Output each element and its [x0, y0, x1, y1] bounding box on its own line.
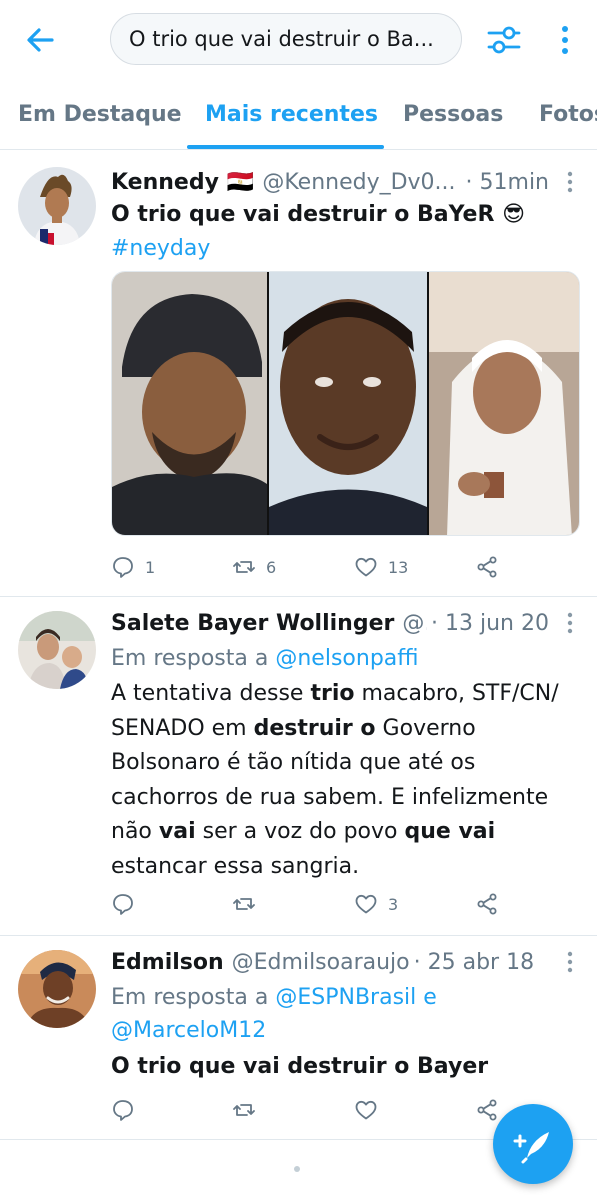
text-highlight: vai	[158, 819, 196, 844]
search-tabs: Em Destaque Mais recentes Pessoas Fotos	[0, 88, 597, 150]
share-icon	[477, 893, 497, 915]
tweet-actions: 3	[111, 889, 511, 919]
reply-to-link[interactable]: @ESPNBrasil	[275, 985, 416, 1010]
top-bar: O trio que vai destruir o Ba...	[0, 0, 597, 80]
like-icon	[355, 1100, 377, 1120]
tweet-header: Edmilson @Edmilsoaraujo · 25 abr 18	[111, 947, 549, 977]
reply-button[interactable]	[111, 889, 135, 919]
reply-context: Em resposta a @ESPNBrasil e @MarceloM12	[111, 981, 567, 1047]
display-name[interactable]: Kennedy	[111, 170, 219, 195]
retweet-icon	[233, 1104, 255, 1116]
reply-button[interactable]: 1	[111, 552, 155, 582]
like-button[interactable]	[354, 1095, 378, 1125]
tab-pessoas[interactable]: Pessoas	[403, 88, 503, 149]
tweet-menu-icon[interactable]	[565, 170, 575, 196]
retweet-icon	[233, 898, 255, 910]
user-handle[interactable]: @...	[402, 611, 427, 636]
retweet-icon	[233, 561, 255, 573]
timestamp[interactable]: · 25 abr 18	[414, 950, 534, 975]
retweet-count: 6	[266, 557, 277, 577]
timestamp[interactable]: · 13 jun 20	[431, 611, 549, 636]
tweet-header: Salete Bayer Wollinger @... · 13 jun 20	[111, 608, 549, 638]
back-arrow-icon[interactable]	[22, 22, 58, 58]
compose-button[interactable]	[493, 1104, 573, 1184]
reply-icon	[113, 557, 133, 578]
search-input[interactable]: O trio que vai destruir o Ba...	[110, 13, 462, 65]
reply-prefix: Em resposta a	[111, 646, 276, 671]
share-icon	[477, 556, 497, 578]
tweet[interactable]: Salete Bayer Wollinger @... · 13 jun 20 …	[0, 597, 597, 936]
reply-to-link[interactable]: @MarceloM12	[111, 1018, 266, 1043]
hashtag-link[interactable]: #neyday	[111, 232, 567, 266]
retweet-button[interactable]: 6	[232, 552, 276, 582]
timestamp[interactable]: · 51min	[466, 170, 549, 195]
user-handle[interactable]: @Kennedy_Dv0...	[262, 170, 461, 195]
filter-icon[interactable]	[486, 22, 522, 58]
share-button[interactable]	[475, 889, 499, 919]
reply-icon	[113, 1100, 133, 1121]
reply-to-link[interactable]: @nelsonpaffi	[275, 646, 418, 671]
search-query: O trio que vai destruir o Ba...	[129, 27, 434, 51]
reply-conjunction: e	[416, 985, 437, 1010]
tab-em-destaque[interactable]: Em Destaque	[18, 88, 182, 149]
text-highlight: trio	[310, 681, 355, 706]
active-tab-indicator	[187, 145, 384, 149]
like-icon	[355, 894, 377, 914]
loading-dot	[294, 1166, 300, 1172]
avatar[interactable]	[18, 950, 96, 1028]
tab-fotos[interactable]: Fotos	[539, 88, 597, 149]
reply-context: Em resposta a @nelsonpaffi	[111, 642, 567, 675]
text-highlight: destruir o	[253, 715, 376, 741]
tweet[interactable]: Kennedy 🇪🇬 @Kennedy_Dv0... · 51min O tri…	[0, 150, 597, 597]
share-button[interactable]	[475, 552, 499, 582]
like-count: 13	[388, 557, 409, 577]
avatar[interactable]	[18, 611, 96, 689]
reply-count: 1	[145, 557, 156, 577]
flag-emoji: 🇪🇬	[226, 169, 255, 195]
reply-prefix: Em resposta a	[111, 985, 276, 1010]
text-segment: ser a voz do povo	[195, 819, 405, 844]
tweet-menu-icon[interactable]	[565, 611, 575, 637]
more-vertical-icon[interactable]	[554, 22, 576, 58]
tab-mais-recentes[interactable]: Mais recentes	[205, 88, 378, 149]
tweet-header: Kennedy 🇪🇬 @Kennedy_Dv0... · 51min	[111, 167, 549, 197]
tweet-text: O trio que vai destruir o BaYeR 😎	[111, 202, 526, 227]
like-button[interactable]: 3	[354, 889, 398, 919]
avatar[interactable]	[18, 167, 96, 245]
user-handle[interactable]: @Edmilsoaraujo	[232, 950, 410, 975]
retweet-button[interactable]	[232, 1095, 256, 1125]
tweet-media[interactable]	[111, 271, 580, 536]
tweet-text: A tentativa desse trio macabro, STF/CN/ …	[111, 677, 567, 884]
like-icon	[355, 557, 377, 577]
tweet-actions: 1 6 13	[111, 552, 511, 582]
like-count: 3	[388, 894, 399, 914]
reply-icon	[113, 894, 133, 915]
retweet-button[interactable]	[232, 889, 256, 919]
text-highlight: que vai	[404, 819, 496, 844]
tweet-actions	[111, 1095, 511, 1125]
like-button[interactable]: 13	[354, 552, 408, 582]
tweet-menu-icon[interactable]	[565, 950, 575, 976]
compose-icon	[513, 1132, 549, 1164]
text-segment: A tentativa desse	[111, 681, 311, 706]
display-name[interactable]: Salete Bayer Wollinger	[111, 611, 394, 636]
tweet-text: O trio que vai destruir o Bayer	[111, 1054, 489, 1079]
text-segment: estancar essa sangria.	[111, 853, 360, 879]
display-name[interactable]: Edmilson	[111, 950, 224, 975]
reply-button[interactable]	[111, 1095, 135, 1125]
